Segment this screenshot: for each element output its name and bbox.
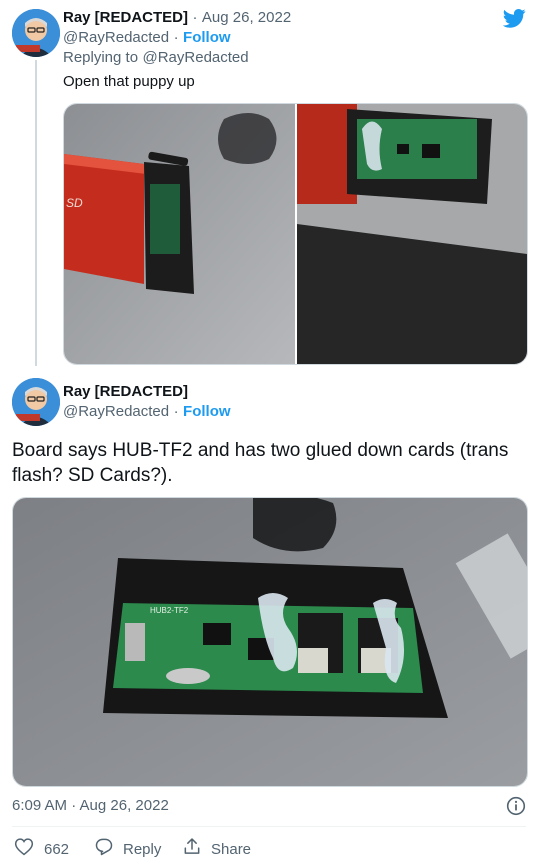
share-button[interactable]: Share — [182, 837, 251, 861]
photo-grid: SD — [63, 103, 528, 365]
tweet-photo[interactable]: HUB2-TF2 — [12, 497, 528, 787]
photo-label: SD — [66, 196, 83, 210]
follow-button[interactable]: Follow — [183, 403, 231, 420]
avatar[interactable] — [12, 378, 60, 426]
author-handle[interactable]: @RayRedacted — [63, 403, 169, 420]
like-count: 662 — [44, 840, 70, 858]
author-handle[interactable]: @RayRedacted — [63, 29, 169, 46]
reply-label: Reply — [123, 840, 162, 858]
thread-line — [35, 60, 37, 366]
tweet-photo[interactable]: SD — [64, 104, 295, 364]
follow-separator: · — [173, 403, 179, 420]
tweet-text: Open that puppy up — [63, 73, 195, 90]
follow-button[interactable]: Follow — [183, 29, 231, 46]
tweet-photo[interactable] — [297, 104, 527, 364]
avatar-image — [12, 9, 60, 57]
author-name[interactable]: Ray [REDACTED] — [63, 9, 188, 26]
like-button[interactable]: 662 — [14, 837, 69, 861]
avatar[interactable] — [12, 9, 60, 57]
divider — [12, 826, 526, 827]
reply-icon — [94, 837, 114, 861]
follow-separator: · — [173, 29, 179, 46]
replying-to-handle[interactable]: @RayRedacted — [143, 49, 249, 66]
heart-icon — [14, 837, 34, 861]
board-label: HUB2-TF2 — [150, 606, 189, 615]
avatar-image — [12, 378, 60, 426]
date-separator: · — [192, 9, 198, 26]
reply-button[interactable]: Reply — [94, 837, 161, 861]
info-icon[interactable] — [506, 796, 526, 821]
tweet-text: Board says HUB-TF2 and has two glued dow… — [12, 440, 509, 486]
share-label: Share — [211, 840, 252, 858]
author-name[interactable]: Ray [REDACTED] — [63, 383, 188, 400]
twitter-logo-icon[interactable] — [502, 9, 526, 33]
replying-to-label: Replying to — [63, 49, 139, 66]
tweet-date[interactable]: Aug 26, 2022 — [202, 9, 291, 26]
share-icon — [182, 837, 202, 861]
tweet-timestamp[interactable]: 6:09 AM · Aug 26, 2022 — [12, 797, 169, 814]
